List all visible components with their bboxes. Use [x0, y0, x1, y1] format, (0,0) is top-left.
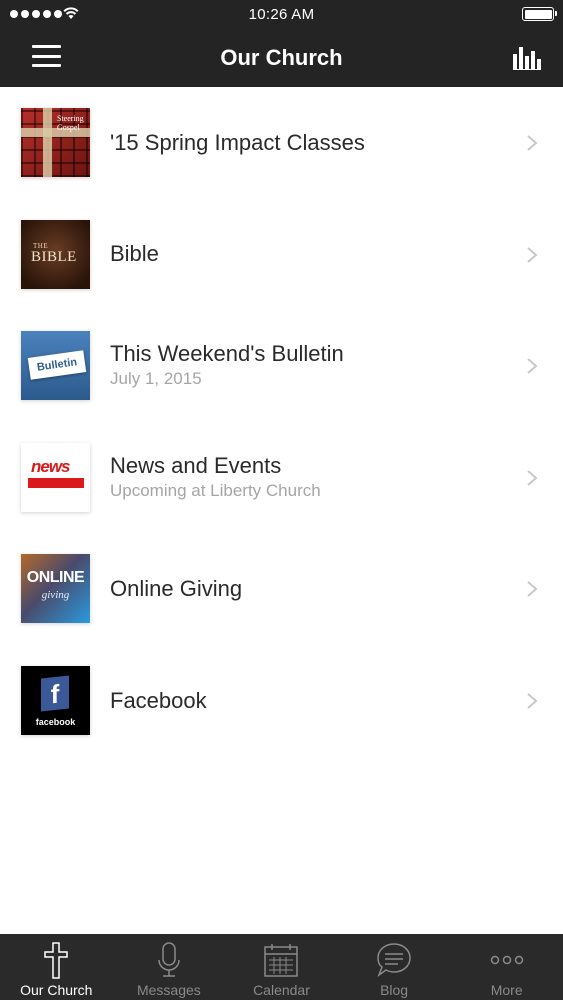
nav-bar: Our Church — [0, 30, 563, 87]
chevron-right-icon — [527, 470, 538, 486]
battery-full-icon — [522, 7, 557, 21]
list-item-title: News and Events — [110, 453, 282, 479]
bible-thumbnail: THE BIBLE — [21, 219, 90, 289]
list-item-title: Facebook — [110, 687, 207, 713]
tab-bar: Our Church Messages Calendar Blog More — [0, 934, 563, 1000]
news-thumbnail: news — [21, 442, 90, 512]
microphone-icon — [158, 942, 180, 977]
list-item-online-giving[interactable]: ONLINE giving Online Giving — [0, 533, 563, 645]
chevron-right-icon — [527, 693, 538, 709]
tab-calendar[interactable]: Calendar — [225, 934, 338, 1000]
online-giving-thumbnail: ONLINE giving — [21, 554, 90, 624]
cross-icon — [44, 942, 69, 979]
tab-our-church[interactable]: Our Church — [0, 934, 113, 1000]
chevron-right-icon — [527, 246, 538, 263]
bulletin-thumbnail: Bulletin — [21, 331, 90, 401]
chevron-right-icon — [527, 581, 538, 598]
list-item-spring-impact-classes[interactable]: Steering Gospel '15 Spring Impact Classe… — [0, 87, 563, 199]
list-item-subtitle: Upcoming at Liberty Church — [110, 481, 321, 501]
facebook-thumbnail: f facebook — [21, 665, 90, 735]
list-item-news-and-events[interactable]: news News and Events Upcoming at Liberty… — [0, 421, 563, 534]
list-item-facebook[interactable]: f facebook Facebook — [0, 644, 563, 757]
tab-blog[interactable]: Blog — [338, 934, 451, 1000]
chat-bubble-icon — [377, 943, 411, 978]
list-item-title: Online Giving — [110, 576, 243, 602]
tab-more[interactable]: More — [450, 934, 563, 1000]
list-item-bible[interactable]: THE BIBLE Bible — [0, 198, 563, 311]
spring-classes-thumbnail: Steering Gospel — [21, 108, 90, 177]
list-item-title: This Weekend's Bulletin — [110, 341, 344, 367]
tab-messages[interactable]: Messages — [113, 934, 226, 1000]
calendar-icon — [264, 944, 299, 977]
chevron-right-icon — [527, 358, 538, 374]
page-title: Our Church — [220, 45, 343, 70]
list-item-subtitle: July 1, 2015 — [110, 369, 202, 389]
chevron-right-icon — [527, 135, 538, 151]
status-bar: 10:26 AM — [0, 0, 563, 30]
more-dots-icon — [490, 955, 523, 965]
list-item-weekend-bulletin[interactable]: Bulletin This Weekend's Bulletin July 1,… — [0, 310, 563, 422]
content-list: Steering Gospel '15 Spring Impact Classe… — [0, 87, 563, 757]
bar-chart-icon[interactable] — [513, 44, 541, 70]
list-item-title: '15 Spring Impact Classes — [110, 129, 365, 155]
list-item-title: Bible — [110, 241, 159, 267]
status-time: 10:26 AM — [248, 6, 315, 23]
